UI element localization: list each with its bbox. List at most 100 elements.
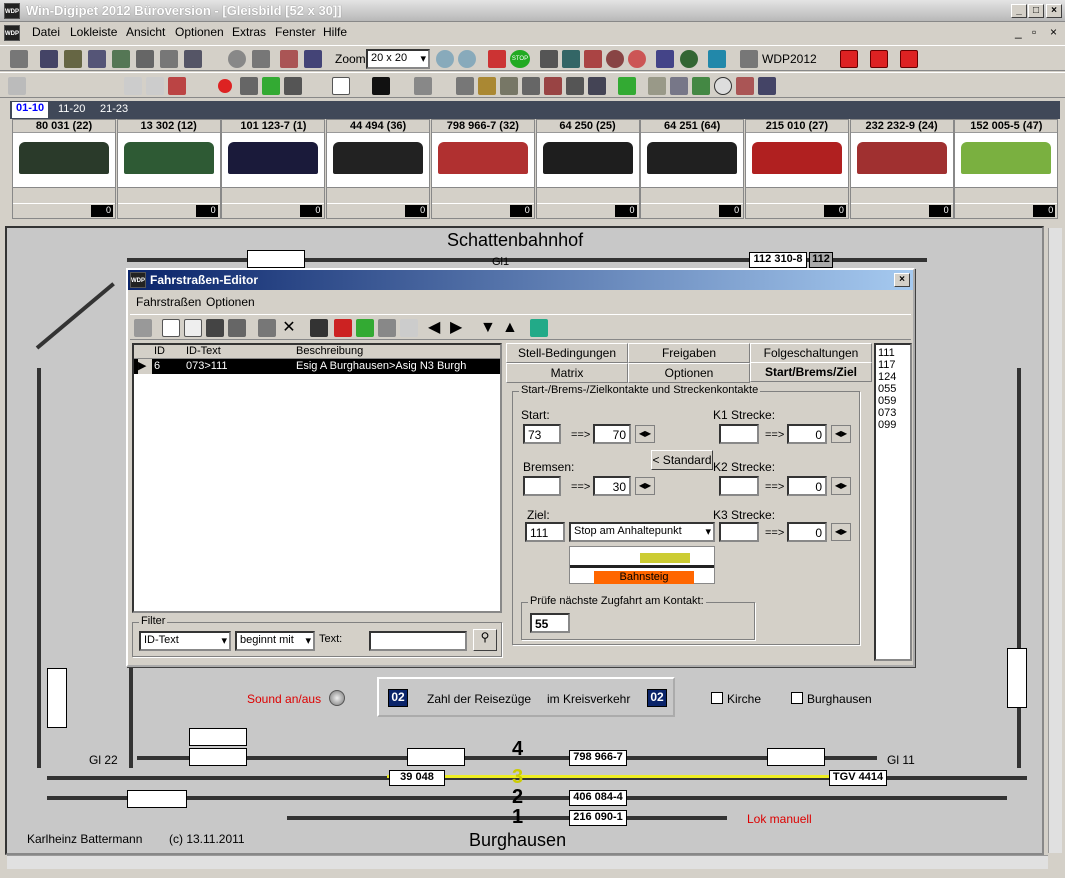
tab-21-23[interactable]: 21-23 bbox=[100, 103, 128, 115]
menu-ansicht[interactable]: Ansicht bbox=[126, 25, 165, 39]
speed-slider[interactable]: 0 bbox=[117, 204, 220, 218]
toolbar-icon-6[interactable] bbox=[136, 50, 154, 68]
kmh-icon[interactable] bbox=[714, 77, 732, 95]
k1-to-input[interactable]: 0 bbox=[787, 424, 827, 444]
booster-2-icon[interactable] bbox=[870, 50, 888, 68]
check-icon[interactable] bbox=[356, 319, 374, 337]
booster-1-icon[interactable] bbox=[840, 50, 858, 68]
mdi-close-button[interactable]: × bbox=[1050, 25, 1057, 39]
toolbar-icon-k[interactable] bbox=[544, 77, 562, 95]
toolbar-icon-r[interactable] bbox=[736, 77, 754, 95]
copy-icon[interactable] bbox=[184, 319, 202, 337]
brems-spinner[interactable]: ◀▶ bbox=[635, 477, 655, 495]
burghausen-button[interactable] bbox=[791, 692, 803, 704]
loco-panel[interactable]: 232 232-9 (24) 0 bbox=[849, 119, 954, 219]
exit-icon[interactable] bbox=[530, 319, 548, 337]
speed-slider[interactable]: 0 bbox=[327, 204, 430, 218]
table-row[interactable]: ▶ 6 073>111 Esig A Burghausen>Asig N3 Bu… bbox=[134, 359, 500, 374]
start-input[interactable]: 73 bbox=[523, 424, 561, 444]
k2-spinner[interactable]: ◀▶ bbox=[831, 477, 851, 495]
list-item[interactable]: 099 bbox=[878, 419, 908, 431]
k3-input[interactable] bbox=[719, 522, 759, 542]
toolbar-icon-21[interactable] bbox=[606, 50, 624, 68]
toolbar-icon-8[interactable] bbox=[184, 50, 202, 68]
filter-mode-select[interactable]: beginnt mit ▾ bbox=[235, 631, 315, 651]
arrow-right-icon[interactable]: ▶ bbox=[450, 319, 468, 337]
toolbar-icon-d[interactable] bbox=[262, 77, 280, 95]
toolbar-icon-d2[interactable] bbox=[310, 319, 328, 337]
speed-slider[interactable]: 0 bbox=[850, 204, 953, 218]
print-icon[interactable] bbox=[228, 319, 246, 337]
arrow-down-icon[interactable]: ▼ bbox=[480, 319, 498, 337]
toolbar-icon-f[interactable] bbox=[414, 77, 432, 95]
loco-controls[interactable] bbox=[745, 187, 848, 203]
tab-matrix[interactable]: Matrix bbox=[506, 363, 628, 383]
toolbar-icon-h[interactable] bbox=[478, 77, 496, 95]
start-to-input[interactable]: 70 bbox=[593, 424, 631, 444]
tab-freigaben[interactable]: Freigaben bbox=[628, 343, 750, 363]
loco-panel[interactable]: 80 031 (22) 0 bbox=[12, 119, 116, 219]
loco-panel[interactable]: 152 005-5 (47) 0 bbox=[954, 119, 1059, 219]
tab-stell-bedingungen[interactable]: Stell-Bedingungen bbox=[506, 343, 628, 363]
list-item[interactable]: 055 bbox=[878, 383, 908, 395]
pruefe-input[interactable]: 55 bbox=[530, 613, 570, 633]
toolbar-icon-j[interactable] bbox=[522, 77, 540, 95]
col-id[interactable]: ID bbox=[154, 345, 165, 357]
speed-slider[interactable]: 0 bbox=[641, 204, 744, 218]
loco-controls[interactable] bbox=[13, 187, 115, 203]
toolbar-icon-b[interactable] bbox=[168, 77, 186, 95]
loco-controls[interactable] bbox=[117, 187, 220, 203]
k2-to-input[interactable]: 0 bbox=[787, 476, 827, 496]
record-icon[interactable] bbox=[218, 79, 232, 93]
toolbar-icon-7[interactable] bbox=[160, 50, 178, 68]
list-item[interactable]: 073 bbox=[878, 407, 908, 419]
tab-optionen[interactable]: Optionen bbox=[628, 363, 750, 383]
color-icon[interactable] bbox=[372, 77, 390, 95]
toolbar-icon-3[interactable] bbox=[64, 50, 82, 68]
close-button[interactable]: × bbox=[1046, 4, 1062, 18]
menu-extras[interactable]: Extras bbox=[232, 25, 266, 39]
kmh-icon[interactable] bbox=[400, 319, 418, 337]
tab-11-20[interactable]: 11-20 bbox=[58, 103, 85, 115]
mdi-restore-button[interactable]: ▫ bbox=[1032, 25, 1036, 39]
toolbar-icon-s[interactable] bbox=[758, 77, 776, 95]
speed-slider[interactable]: 0 bbox=[13, 204, 115, 218]
zoom-out-icon[interactable] bbox=[458, 50, 476, 68]
toolbar-icon-16[interactable] bbox=[488, 50, 506, 68]
dialog-menu-fahrstrassen[interactable]: Fahrstraßen bbox=[136, 295, 201, 309]
mdi-minimize-button[interactable]: _ bbox=[1015, 25, 1022, 39]
list-item[interactable]: 117 bbox=[878, 359, 908, 371]
loco-panel[interactable]: 215 010 (27) 0 bbox=[744, 119, 849, 219]
dialog-close-button[interactable]: × bbox=[894, 273, 910, 287]
filter-text-input[interactable] bbox=[369, 631, 467, 651]
booster-3-icon[interactable] bbox=[900, 50, 918, 68]
toolbar-icon-1[interactable] bbox=[10, 50, 28, 68]
toolbar-icon-d3[interactable] bbox=[378, 319, 396, 337]
k3-to-input[interactable]: 0 bbox=[787, 522, 827, 542]
menu-fenster[interactable]: Fenster bbox=[275, 25, 316, 39]
tab-folgeschaltungen[interactable]: Folgeschaltungen bbox=[750, 343, 872, 363]
toolbar-icon-n[interactable] bbox=[618, 77, 636, 95]
list-item[interactable]: 111 bbox=[878, 347, 908, 359]
toolbar-icon-i[interactable] bbox=[500, 77, 518, 95]
toolbar-icon-p[interactable] bbox=[670, 77, 688, 95]
menu-datei[interactable]: Datei bbox=[32, 25, 60, 39]
toolbar-icon-10[interactable] bbox=[252, 50, 270, 68]
k2-input[interactable] bbox=[719, 476, 759, 496]
loco-panel[interactable]: 64 251 (64) 0 bbox=[640, 119, 745, 219]
sound-toggle-button[interactable] bbox=[329, 690, 345, 706]
speed-slider[interactable]: 0 bbox=[536, 204, 639, 218]
dialog-menu-optionen[interactable]: Optionen bbox=[206, 295, 255, 309]
menu-hilfe[interactable]: Hilfe bbox=[323, 25, 347, 39]
loco-panel[interactable]: 44 494 (36) 0 bbox=[326, 119, 431, 219]
speed-slider[interactable]: 0 bbox=[745, 204, 848, 218]
toolbar-icon-4[interactable] bbox=[88, 50, 106, 68]
toolbar-icon-l[interactable] bbox=[566, 77, 584, 95]
toolbar-icon-e[interactable] bbox=[284, 77, 302, 95]
toolbar-icon-23[interactable] bbox=[656, 50, 674, 68]
maximize-button[interactable]: □ bbox=[1028, 4, 1044, 18]
toolbar-icon-a[interactable] bbox=[8, 77, 26, 95]
zoom-in-icon[interactable] bbox=[436, 50, 454, 68]
standard-button[interactable]: < Standard bbox=[651, 450, 713, 470]
loco-controls[interactable] bbox=[327, 187, 430, 203]
